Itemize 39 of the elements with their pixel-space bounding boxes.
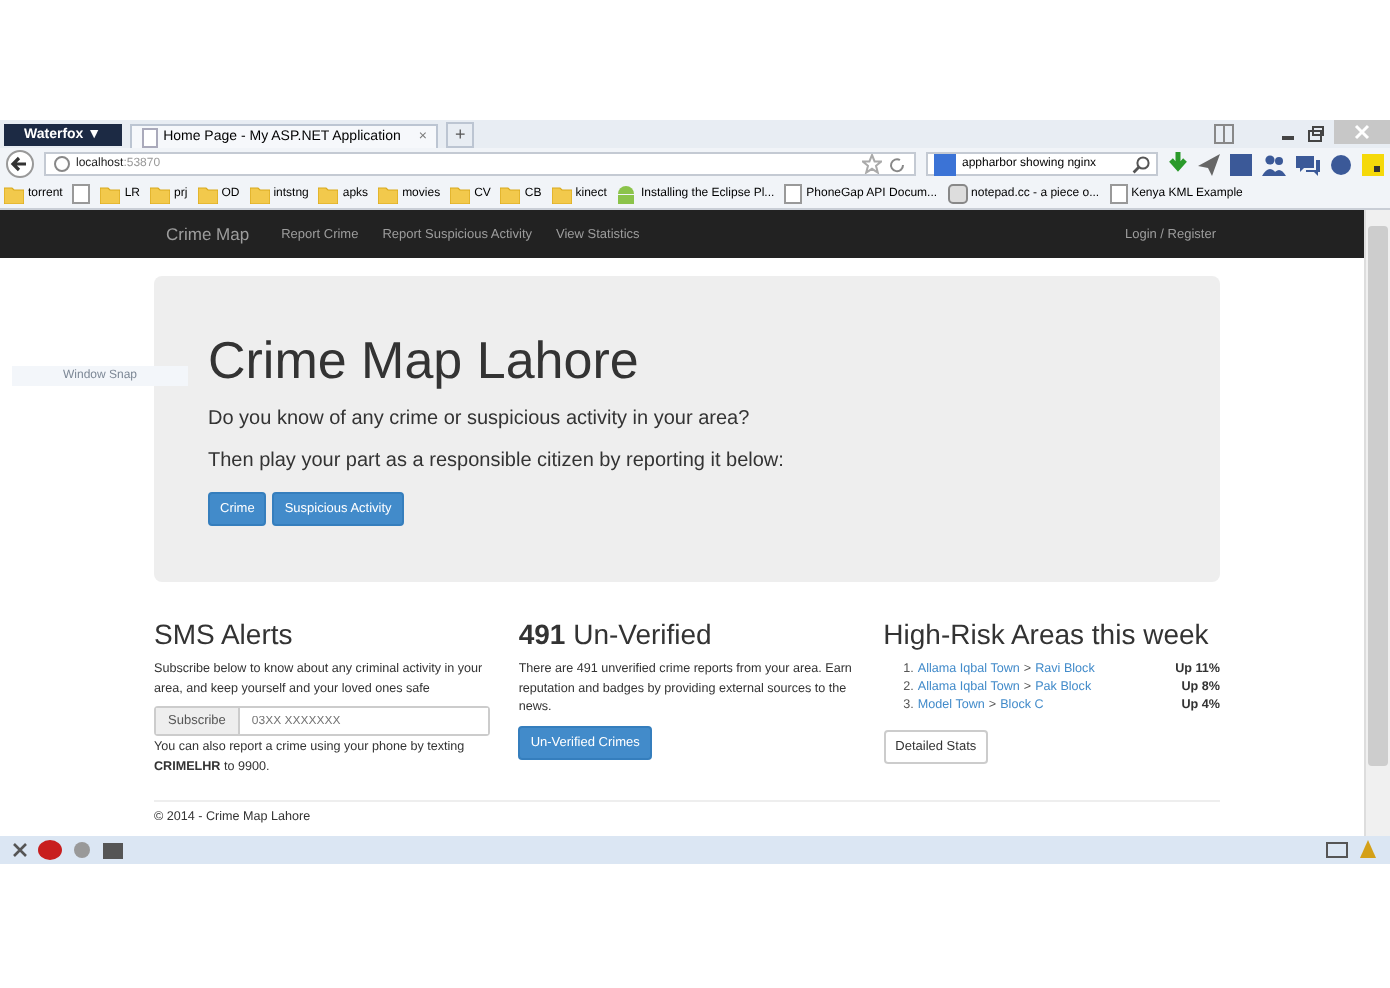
page-icon	[72, 184, 91, 204]
search-icon[interactable]	[1132, 155, 1150, 173]
folder-icon	[197, 185, 218, 203]
window-icon[interactable]	[102, 841, 124, 859]
folder-icon	[4, 185, 24, 203]
window-grid-icon[interactable]	[1214, 124, 1234, 144]
page-icon	[784, 184, 803, 204]
page-icon	[1109, 184, 1128, 204]
brand-link[interactable]: Crime Map	[166, 224, 250, 244]
restore-icon[interactable]	[1306, 124, 1326, 144]
send-icon[interactable]	[1198, 153, 1220, 175]
hero-title: Crime Map Lahore	[208, 330, 641, 392]
download-icon[interactable]	[1168, 152, 1188, 176]
back-icon[interactable]	[6, 150, 34, 178]
notepad-icon	[947, 184, 968, 204]
page-icon	[141, 127, 158, 147]
robot-icon	[616, 184, 637, 204]
folder-icon	[450, 185, 471, 203]
monitor-icon[interactable]	[1326, 841, 1348, 859]
folder-icon	[318, 185, 339, 203]
close-icon[interactable]	[12, 842, 28, 858]
reload-icon[interactable]	[888, 155, 906, 173]
folder-icon	[150, 185, 171, 203]
folder-icon	[100, 185, 121, 203]
people-icon[interactable]	[1262, 153, 1286, 175]
sms-title: SMS Alerts	[154, 618, 293, 650]
risk-title: High-Risk Areas this week	[883, 618, 1209, 650]
bookmark-item[interactable]	[72, 184, 91, 204]
hero-lead: Do you know of any crime or suspicious activity in your area?	[208, 408, 752, 430]
folder-icon	[551, 185, 572, 203]
new-tab-button[interactable]: +	[446, 122, 474, 148]
scrollbar[interactable]	[1364, 210, 1390, 836]
hero-text: Then play your part as a responsible citizen by reporting it below:	[208, 450, 786, 472]
chat-icon[interactable]	[1296, 153, 1320, 175]
folder-icon	[378, 185, 399, 203]
folder-icon	[500, 185, 521, 203]
star-icon[interactable]	[862, 154, 882, 174]
unverified-title: 491 Un-Verified	[518, 618, 712, 650]
folder-icon	[249, 185, 270, 203]
